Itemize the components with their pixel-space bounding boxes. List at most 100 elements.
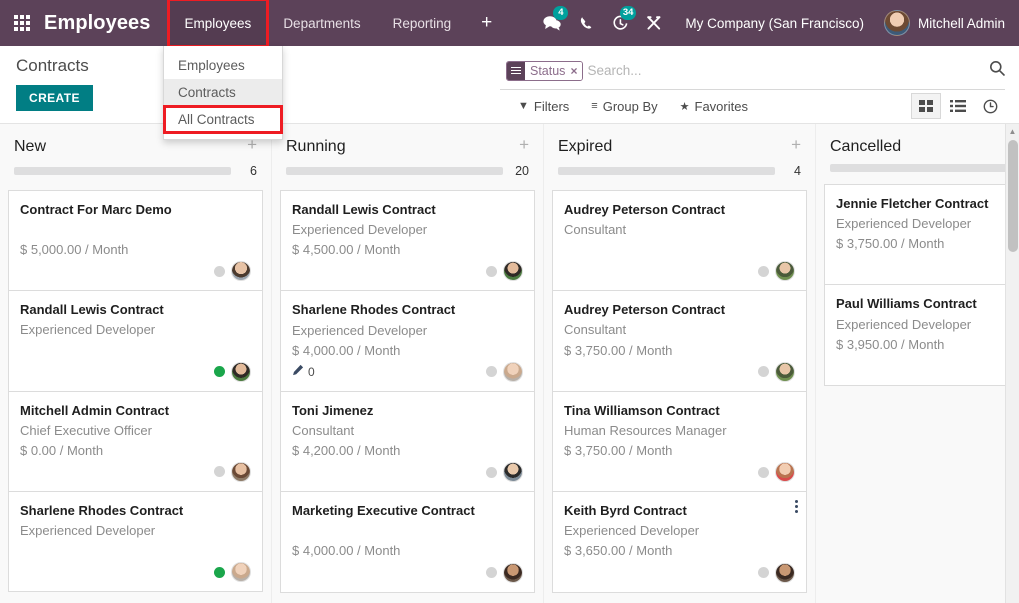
nav-menu-add-icon[interactable]: + bbox=[467, 0, 506, 46]
search-bar: Status × bbox=[500, 52, 1005, 90]
kanban-progress-bar[interactable] bbox=[14, 167, 231, 175]
kanban-card[interactable]: Sharlene Rhodes ContractExperienced Deve… bbox=[8, 491, 263, 592]
view-list-icon[interactable] bbox=[943, 93, 973, 119]
kanban-card[interactable]: Randall Lewis ContractExperienced Develo… bbox=[280, 190, 535, 290]
facet-remove-icon[interactable]: × bbox=[570, 62, 582, 80]
tools-wrench-icon[interactable] bbox=[637, 0, 671, 46]
card-wage: $ 3,750.00 / Month bbox=[836, 234, 1019, 254]
messages-badge: 4 bbox=[553, 6, 568, 20]
avatar[interactable] bbox=[775, 462, 795, 482]
avatar[interactable] bbox=[231, 362, 251, 382]
card-footer-right bbox=[758, 563, 795, 583]
kanban-card[interactable]: Audrey Peterson ContractConsultant$ 3,75… bbox=[552, 290, 807, 390]
kanban-column-progressbar-row: 4 bbox=[552, 156, 807, 178]
avatar[interactable] bbox=[775, 261, 795, 281]
status-badge[interactable] bbox=[486, 567, 497, 578]
kanban-progress-bar[interactable] bbox=[286, 167, 503, 175]
filter-icon: ▼ bbox=[518, 100, 529, 112]
kanban-card[interactable]: Tina Williamson ContractHuman Resources … bbox=[552, 391, 807, 491]
status-badge[interactable] bbox=[214, 466, 225, 477]
status-badge[interactable] bbox=[214, 366, 225, 377]
avatar[interactable] bbox=[231, 562, 251, 582]
kanban-card-list: Contract For Marc Demo$ 5,000.00 / Month… bbox=[8, 190, 263, 592]
kanban-card[interactable]: Keith Byrd ContractExperienced Developer… bbox=[552, 491, 807, 592]
search-input[interactable] bbox=[587, 63, 981, 78]
status-badge[interactable] bbox=[758, 567, 769, 578]
kanban-progress-bar[interactable] bbox=[558, 167, 775, 175]
create-button[interactable]: CREATE bbox=[16, 85, 93, 111]
avatar[interactable] bbox=[503, 261, 523, 281]
card-title: Toni Jimenez bbox=[292, 401, 523, 421]
kanban-card[interactable]: Audrey Peterson ContractConsultant bbox=[552, 190, 807, 290]
activity-clock-icon[interactable]: 34 bbox=[603, 0, 637, 46]
group-by-button[interactable]: ≡ Group By bbox=[591, 99, 657, 114]
dropdown-item-contracts[interactable]: Contracts bbox=[164, 79, 282, 106]
card-wage: $ 3,650.00 / Month bbox=[564, 541, 795, 561]
card-kebab-menu-icon[interactable] bbox=[795, 498, 798, 515]
kanban-column-add-icon[interactable]: + bbox=[791, 138, 801, 152]
nav-menu-reporting-label: Reporting bbox=[393, 16, 452, 31]
vertical-scrollbar[interactable]: ▲ bbox=[1005, 124, 1019, 603]
avatar[interactable] bbox=[503, 362, 523, 382]
status-badge[interactable] bbox=[758, 467, 769, 478]
nav-menu-employees[interactable]: Employees bbox=[169, 0, 268, 46]
status-badge[interactable] bbox=[486, 366, 497, 377]
navbar-right-group: 4 34 My Company (San Francisco) Mitchell bbox=[535, 0, 1019, 46]
favorites-button[interactable]: ★ Favorites bbox=[680, 99, 748, 114]
scrollbar-thumb[interactable] bbox=[1008, 140, 1018, 252]
card-wage: $ 3,750.00 / Month bbox=[564, 341, 795, 361]
card-note-count[interactable]: 0 bbox=[292, 364, 315, 379]
card-footer-right bbox=[214, 261, 251, 281]
nav-menu-departments[interactable]: Departments bbox=[267, 0, 376, 46]
view-kanban-icon[interactable] bbox=[911, 93, 941, 119]
kanban-card[interactable]: Contract For Marc Demo$ 5,000.00 / Month bbox=[8, 190, 263, 290]
status-badge[interactable] bbox=[486, 266, 497, 277]
avatar[interactable] bbox=[503, 462, 523, 482]
scroll-up-arrow[interactable]: ▲ bbox=[1006, 124, 1019, 138]
card-title: Randall Lewis Contract bbox=[292, 200, 523, 220]
card-footer bbox=[20, 461, 251, 483]
card-wage: $ 3,750.00 / Month bbox=[564, 441, 795, 461]
avatar[interactable] bbox=[503, 563, 523, 583]
status-badge[interactable] bbox=[758, 366, 769, 377]
card-footer bbox=[564, 562, 795, 584]
search-facet-status[interactable]: Status × bbox=[506, 61, 583, 81]
user-menu[interactable]: Mitchell Admin bbox=[878, 0, 1019, 46]
phone-icon[interactable] bbox=[569, 0, 603, 46]
avatar[interactable] bbox=[775, 362, 795, 382]
status-badge[interactable] bbox=[214, 567, 225, 578]
company-selector[interactable]: My Company (San Francisco) bbox=[671, 0, 878, 46]
card-title: Randall Lewis Contract bbox=[20, 300, 251, 320]
card-footer bbox=[20, 561, 251, 583]
search-icon[interactable] bbox=[981, 60, 1005, 81]
kanban-card[interactable]: Paul Williams ContractExperienced Develo… bbox=[824, 284, 1019, 385]
filters-button[interactable]: ▼ Filters bbox=[518, 99, 569, 114]
avatar[interactable] bbox=[231, 261, 251, 281]
kanban-column-add-icon[interactable]: + bbox=[247, 138, 257, 152]
card-job-position: Experienced Developer bbox=[836, 315, 1019, 335]
kanban-card[interactable]: Mitchell Admin ContractChief Executive O… bbox=[8, 391, 263, 491]
card-note-count-value: 0 bbox=[308, 365, 315, 379]
status-badge[interactable] bbox=[486, 467, 497, 478]
status-badge[interactable] bbox=[214, 266, 225, 277]
kanban-card[interactable]: Marketing Executive Contract$ 4,000.00 /… bbox=[280, 491, 535, 592]
avatar[interactable] bbox=[775, 563, 795, 583]
avatar[interactable] bbox=[231, 462, 251, 482]
kanban-progress-bar[interactable] bbox=[830, 164, 1019, 172]
kanban-column-add-icon[interactable]: + bbox=[519, 138, 529, 152]
messages-icon[interactable]: 4 bbox=[535, 0, 569, 46]
dropdown-item-employees[interactable]: Employees bbox=[164, 52, 282, 79]
card-title: Sharlene Rhodes Contract bbox=[292, 300, 523, 320]
view-activity-icon[interactable] bbox=[975, 93, 1005, 119]
status-badge[interactable] bbox=[758, 266, 769, 277]
control-panel: Contracts CREATE Status × ▼ Filters bbox=[0, 46, 1019, 124]
nav-menu-reporting[interactable]: Reporting bbox=[377, 0, 468, 46]
kanban-column: CancelledJennie Fletcher ContractExperie… bbox=[816, 124, 1019, 603]
kanban-card[interactable]: Toni JimenezConsultant$ 4,200.00 / Month bbox=[280, 391, 535, 491]
dropdown-item-all-contracts[interactable]: All Contracts bbox=[164, 106, 282, 133]
kanban-card[interactable]: Jennie Fletcher ContractExperienced Deve… bbox=[824, 184, 1019, 284]
card-job-position: Experienced Developer bbox=[292, 321, 523, 341]
apps-grid-icon[interactable] bbox=[0, 0, 44, 46]
kanban-card[interactable]: Sharlene Rhodes ContractExperienced Deve… bbox=[280, 290, 535, 390]
kanban-card[interactable]: Randall Lewis ContractExperienced Develo… bbox=[8, 290, 263, 390]
